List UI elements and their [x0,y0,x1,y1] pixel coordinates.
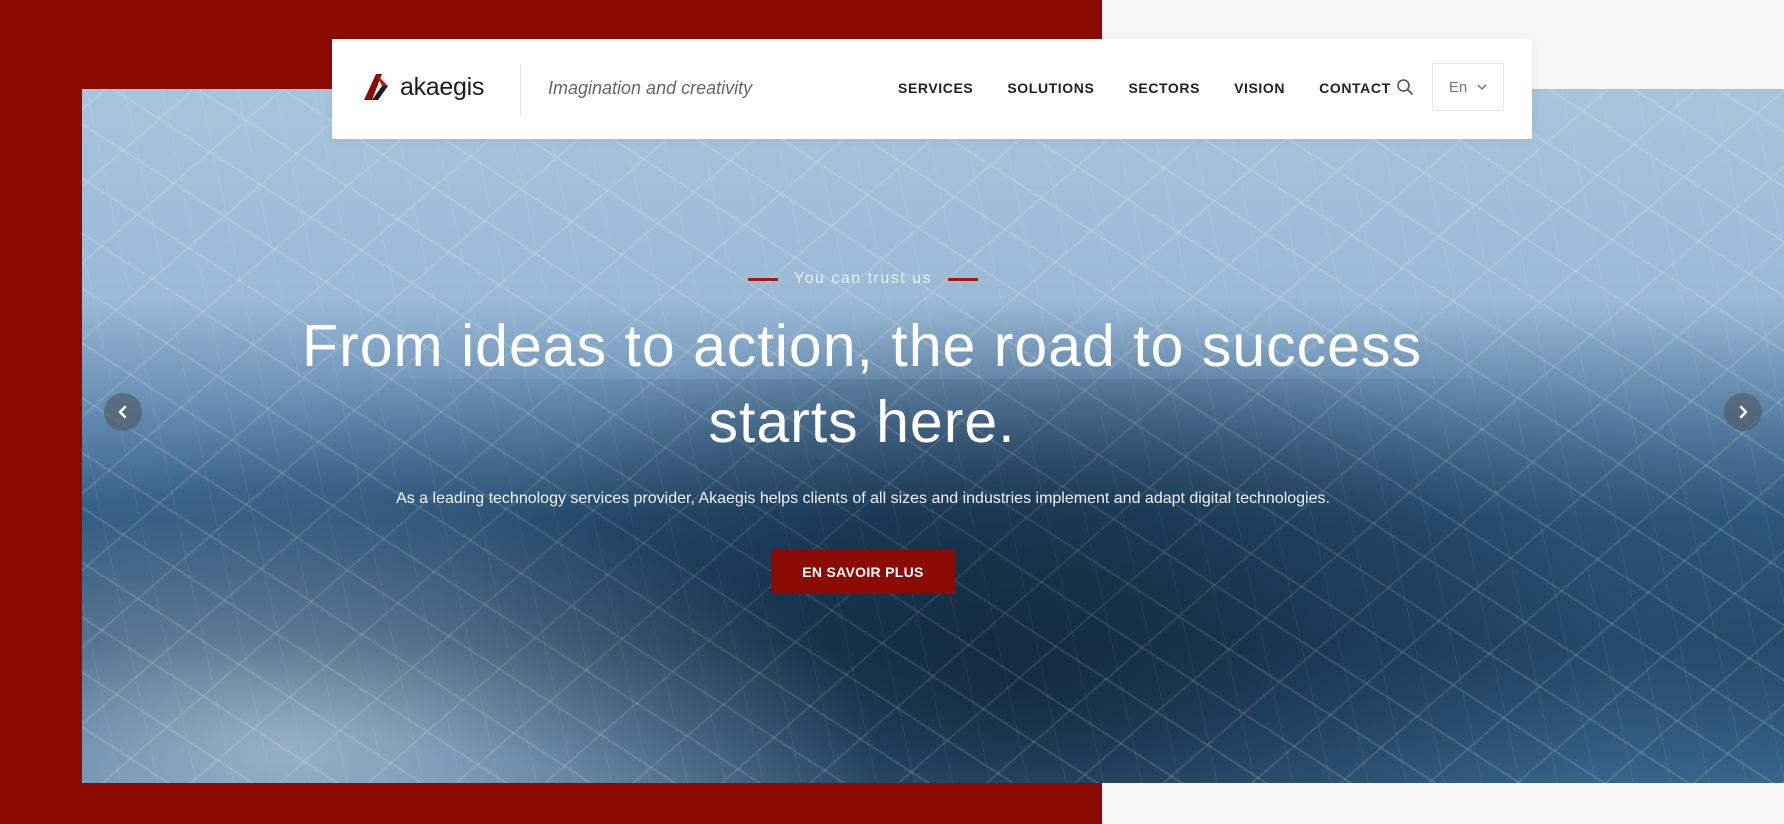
menu-item-solutions[interactable]: SOLUTIONS [1007,80,1094,96]
language-select[interactable]: En [1432,63,1504,111]
menu-item-services[interactable]: SERVICES [898,80,973,96]
search-icon[interactable] [1395,77,1415,97]
tagline: Imagination and creativity [548,78,753,98]
learn-more-button[interactable]: EN SAVOIR PLUS [771,550,955,594]
language-value: En [1448,78,1468,96]
menu-item-vision[interactable]: VISION [1234,80,1285,96]
header-divider [520,64,521,116]
logo[interactable]: akaegis [362,72,484,102]
hero-content: You can trust us From ideas to action, t… [82,270,1784,594]
site-header: akaegis Imagination and creativity SERVI… [332,39,1532,139]
brand-name: akaegis [400,72,485,101]
hero-headline: From ideas to action, the road to succes… [302,313,1422,455]
hero-subtext: As a leading technology services provide… [396,490,1330,507]
eyebrow-line-right [948,277,979,281]
menu-item-contact[interactable]: CONTACT [1319,80,1391,96]
eyebrow-text: You can trust us [793,270,933,287]
eyebrow-line-left [747,277,778,281]
menu-item-sectors[interactable]: SECTORS [1128,80,1200,96]
chevron-down-icon [1477,84,1487,91]
hero-eyebrow: You can trust us [0,270,1784,288]
logo-mark-icon [364,74,388,100]
main-menu: SERVICES SOLUTIONS SECTORS VISION CONTAC… [898,80,1425,96]
